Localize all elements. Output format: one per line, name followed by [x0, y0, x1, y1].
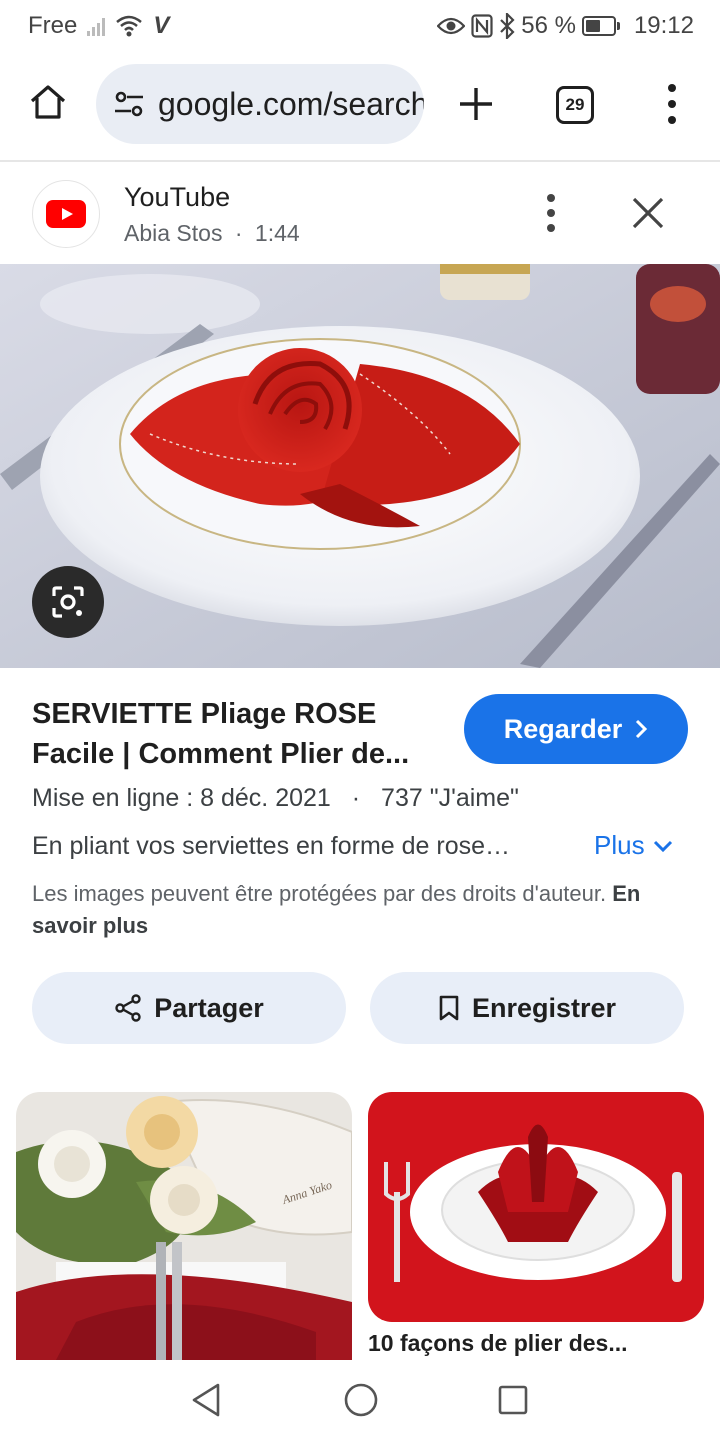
video-duration: 1:44: [254, 220, 300, 246]
url-bar[interactable]: google.com/search: [96, 64, 424, 144]
napkin-roses-image: Anna Yako: [16, 1092, 352, 1360]
video-title-line-1[interactable]: SERVIETTE Pliage ROSE: [32, 694, 442, 734]
video-meta: Mise en ligne : 8 déc. 2021 · 737 "J'aim…: [32, 784, 519, 812]
status-left: Free V: [28, 12, 169, 40]
close-icon[interactable]: [630, 195, 666, 231]
carrier-label: Free: [28, 12, 78, 39]
source-meta: Abia Stos · 1:44: [124, 220, 300, 246]
overflow-menu-icon[interactable]: [660, 84, 684, 124]
home-circle-icon[interactable]: [343, 1382, 379, 1418]
source-name[interactable]: YouTube: [124, 182, 230, 213]
url-text[interactable]: google.com/search: [158, 86, 424, 123]
battery-level-fill: [585, 20, 601, 32]
tune-icon[interactable]: [112, 87, 146, 121]
carrier-logo-icon: V: [153, 12, 170, 39]
lens-icon: [52, 586, 84, 618]
browser-toolbar: google.com/search 29: [0, 62, 720, 146]
status-bar: Free V 56 % 19:12: [0, 0, 720, 52]
related-result-1[interactable]: Anna Yako: [16, 1092, 352, 1360]
tab-switcher-button[interactable]: 29: [556, 86, 594, 124]
source-header: YouTube Abia Stos · 1:44: [0, 176, 720, 256]
back-icon[interactable]: [190, 1382, 222, 1418]
chevron-down-icon: [653, 840, 672, 852]
copyright-notice: Les images peuvent être protégées par de…: [32, 878, 652, 942]
plus-icon[interactable]: [456, 84, 496, 124]
bluetooth-icon: [500, 13, 515, 39]
watch-button[interactable]: Regarder: [464, 694, 688, 764]
toolbar-divider: [0, 160, 720, 162]
share-label: Partager: [154, 992, 264, 1023]
related-result-2[interactable]: [368, 1092, 704, 1322]
video-description: En pliant vos serviettes en forme de ros…: [32, 832, 511, 860]
watch-button-label: Regarder: [503, 713, 623, 744]
recent-apps-icon[interactable]: [497, 1384, 529, 1416]
wifi-icon: [116, 15, 143, 37]
show-more-label: Plus: [594, 830, 645, 860]
video-thumbnail[interactable]: [0, 264, 720, 668]
related-result-2-caption[interactable]: 10 façons de plier des...: [368, 1330, 628, 1357]
save-button[interactable]: Enregistrer: [370, 972, 684, 1044]
napkin-rose-image: [0, 264, 720, 668]
google-lens-button[interactable]: [32, 566, 104, 638]
status-right: 56 % 19:12: [437, 12, 694, 40]
show-more-button[interactable]: Plus: [594, 830, 673, 861]
battery-percent: 56 %: [521, 12, 576, 39]
system-nav-bar: [0, 1360, 720, 1440]
eye-icon: [437, 17, 466, 35]
like-count: 737 "J'aime": [381, 784, 519, 812]
channel-name: Abia Stos: [124, 220, 223, 246]
video-title[interactable]: SERVIETTE Pliage ROSE Facile | Comment P…: [32, 694, 442, 774]
chevron-right-icon: [636, 719, 648, 739]
video-title-line-2[interactable]: Facile | Comment Plier de...: [32, 734, 442, 774]
clock: 19:12: [633, 12, 694, 39]
battery-icon: [581, 16, 620, 36]
napkin-fold-image: [368, 1092, 704, 1322]
copyright-text: Les images peuvent être protégées par de…: [32, 881, 607, 906]
upload-date: Mise en ligne : 8 déc. 2021: [32, 784, 331, 812]
home-icon[interactable]: [28, 82, 68, 122]
share-icon: [115, 994, 141, 1022]
save-label: Enregistrer: [471, 992, 617, 1023]
signal-bars-icon: [87, 16, 106, 36]
nfc-icon: [471, 14, 493, 38]
youtube-logo-icon: [32, 180, 100, 248]
bookmark-icon: [439, 995, 459, 1021]
share-button[interactable]: Partager: [32, 972, 346, 1044]
more-options-icon[interactable]: [540, 194, 562, 232]
